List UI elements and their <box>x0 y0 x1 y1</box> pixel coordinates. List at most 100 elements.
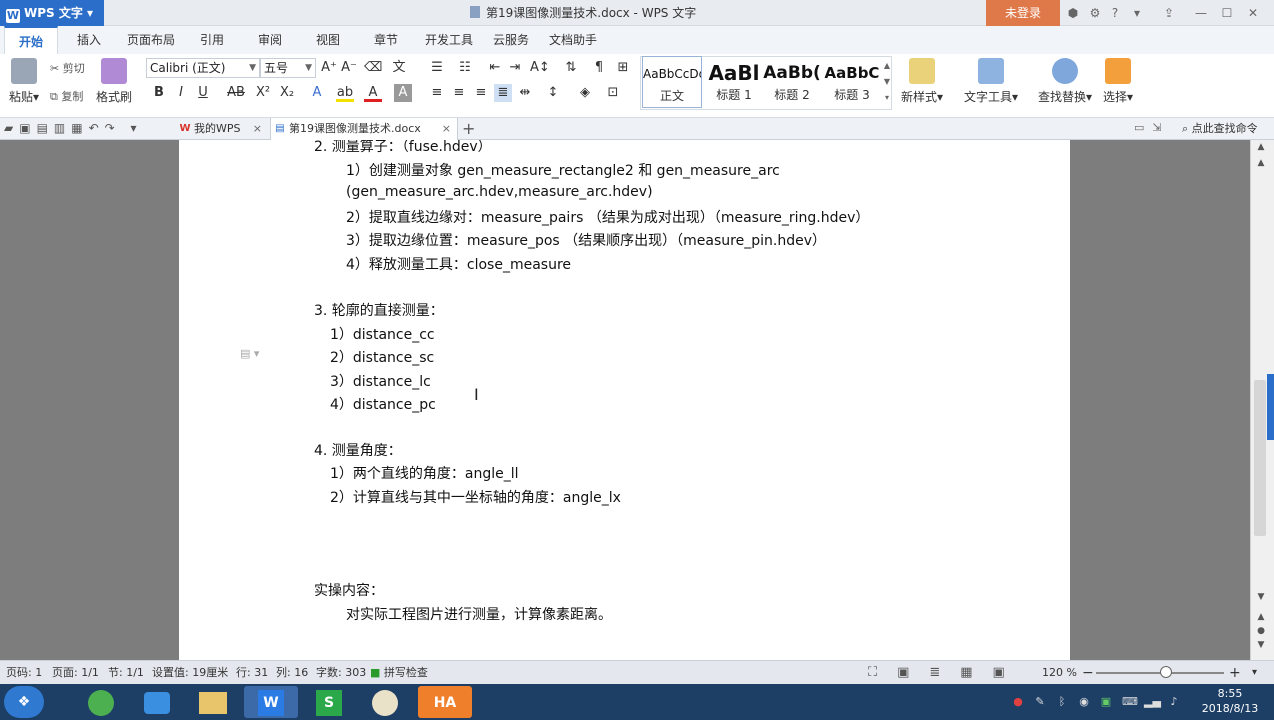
grow-font-icon[interactable]: A⁺ <box>320 59 338 77</box>
next-page-icon[interactable]: ▼ <box>1255 640 1267 654</box>
select-browse-icon[interactable]: ● <box>1255 626 1267 640</box>
font-name-select[interactable]: Calibri (正文) ▼ <box>146 58 260 78</box>
new-tab-icon[interactable]: + <box>462 118 475 140</box>
style-heading-2[interactable]: AaBb( 标题 2 <box>762 56 822 108</box>
app-menu-button[interactable]: W WPS 文字 ▾ <box>0 0 104 26</box>
tab-doc-assistant[interactable]: 文档助手 <box>544 26 602 54</box>
view-mode-icons[interactable]: ▭⇲ <box>1134 121 1170 134</box>
tray-app-icon[interactable]: ◉ <box>1076 694 1092 710</box>
zoom-in-icon[interactable]: + <box>1229 661 1241 685</box>
scroll-thumb[interactable] <box>1254 380 1266 536</box>
halcon-taskbar-button[interactable]: HA <box>418 686 472 718</box>
highlight-icon[interactable]: ab <box>336 84 354 102</box>
font-color-icon[interactable]: A <box>364 84 382 102</box>
cut-button[interactable]: ✂ 剪切 <box>50 60 85 76</box>
line-spacing-icon[interactable]: ↕ <box>544 84 562 102</box>
tab-page-layout[interactable]: 页面布局 <box>120 26 182 54</box>
camera-taskbar-button[interactable] <box>130 686 184 718</box>
tab-references[interactable]: 引用 <box>190 26 234 54</box>
login-button[interactable]: 未登录 <box>986 0 1060 26</box>
prev-page-icon[interactable]: ▲ <box>1255 612 1267 626</box>
copy-button[interactable]: ⧉ 复制 <box>50 88 83 104</box>
text-tools-button[interactable]: 文字工具▾ <box>960 58 1022 105</box>
command-search[interactable]: ⌕ 点此查找命令 <box>1182 118 1258 140</box>
start-button[interactable]: ❖ <box>4 686 44 718</box>
tray-nvidia-icon[interactable]: ▣ <box>1098 694 1114 710</box>
style-normal[interactable]: AaBbCcDd 正文 <box>642 56 702 108</box>
underline-icon[interactable]: U <box>194 84 212 102</box>
close-icon[interactable]: × <box>442 118 451 140</box>
shield-icon[interactable]: ⬢ <box>1064 4 1082 22</box>
tray-pen-icon[interactable]: ✎ <box>1032 694 1048 710</box>
tab-cloud[interactable]: 云服务 <box>488 26 534 54</box>
skin-icon[interactable]: ▾ <box>1128 4 1146 22</box>
tab-current-document[interactable]: ▤ 第19课图像测量技术.docx × <box>270 118 458 140</box>
sort-icon[interactable]: ⇅ <box>562 59 580 77</box>
superscript-icon[interactable]: X² <box>254 84 272 102</box>
text-effect-icon[interactable]: A <box>308 84 326 102</box>
zoom-level[interactable]: 120 % <box>1042 661 1077 685</box>
tray-keyboard-icon[interactable]: ⌨ <box>1122 694 1138 710</box>
tray-bluetooth-icon[interactable]: ᛒ <box>1054 694 1070 710</box>
view-mode-buttons[interactable]: ⛶▣≣▦▣ <box>868 661 1025 685</box>
subscript-icon[interactable]: X₂ <box>278 84 296 102</box>
status-words[interactable]: 字数: 303 <box>316 661 366 685</box>
distribute-icon[interactable]: ⇹ <box>516 84 534 102</box>
minimize-icon[interactable]: — <box>1192 4 1210 22</box>
shrink-font-icon[interactable]: A⁻ <box>340 59 358 77</box>
spell-check-toggle[interactable]: ■ 拼写检查 <box>370 661 428 685</box>
system-clock[interactable]: 8:55 2018/8/13 <box>1190 686 1270 716</box>
styles-scroll[interactable]: ▲ ▼ ▾ <box>882 58 892 108</box>
bold-icon[interactable]: B <box>150 84 168 102</box>
paint-taskbar-button[interactable] <box>358 686 412 718</box>
font-size-select[interactable]: 五号 ▼ <box>260 58 316 78</box>
bullet-list-icon[interactable]: ☰ <box>428 59 446 77</box>
phonetic-icon[interactable]: 文 <box>390 59 408 77</box>
align-left-icon[interactable]: ≡ <box>428 84 446 102</box>
tab-chapter[interactable]: 章节 <box>364 26 408 54</box>
paragraph-mark-icon[interactable]: ¶ <box>590 59 608 77</box>
find-replace-button[interactable]: 查找替换▾ <box>1034 58 1096 105</box>
style-heading-1[interactable]: AaBl 标题 1 <box>704 56 764 108</box>
maximize-icon[interactable]: ☐ <box>1218 4 1236 22</box>
zoom-out-icon[interactable]: − <box>1082 661 1094 685</box>
italic-icon[interactable]: I <box>172 84 190 102</box>
tab-developer[interactable]: 开发工具 <box>420 26 478 54</box>
align-right-icon[interactable]: ≡ <box>472 84 490 102</box>
tab-my-wps[interactable]: W 我的WPS × <box>176 118 268 140</box>
scroll-top-icon[interactable]: ▲ <box>1255 142 1267 156</box>
select-button[interactable]: 选择▾ <box>1098 58 1138 105</box>
tray-signal-icon[interactable]: ▂▄ <box>1144 694 1161 710</box>
scroll-up-icon[interactable]: ▲ <box>1255 158 1267 172</box>
tray-volume-icon[interactable]: ♪ <box>1166 694 1182 710</box>
table-icon[interactable]: ⊞ <box>614 59 632 77</box>
wps-writer-taskbar-button[interactable]: W <box>244 686 298 718</box>
shading-icon[interactable]: ◈ <box>576 84 594 102</box>
change-case-icon[interactable]: A↕ <box>530 59 550 77</box>
close-icon[interactable]: ✕ <box>1244 4 1262 22</box>
paragraph-options-icon[interactable]: ▤ ▾ <box>240 347 259 360</box>
tab-home[interactable]: 开始 <box>4 26 58 54</box>
tab-view[interactable]: 视图 <box>306 26 350 54</box>
vertical-scrollbar[interactable]: ▲ ▲ ▼ ▲ ● ▼ <box>1250 140 1274 660</box>
decrease-indent-icon[interactable]: ⇤ <box>486 59 504 77</box>
wps-sheet-taskbar-button[interactable]: S <box>302 686 356 718</box>
new-style-button[interactable]: 新样式▾ <box>898 58 946 105</box>
char-shading-icon[interactable]: A <box>394 84 412 102</box>
increase-indent-icon[interactable]: ⇥ <box>506 59 524 77</box>
tab-review[interactable]: 审阅 <box>248 26 292 54</box>
help-icon[interactable]: ? <box>1106 4 1124 22</box>
clear-format-icon[interactable]: ⌫ <box>364 59 382 77</box>
close-icon[interactable]: × <box>253 118 262 140</box>
format-painter-button[interactable]: 格式刷 <box>96 58 132 105</box>
tab-insert[interactable]: 插入 <box>64 26 114 54</box>
gear-icon[interactable]: ⚙ <box>1086 4 1104 22</box>
numbered-list-icon[interactable]: ☷ <box>456 59 474 77</box>
chrome-taskbar-button[interactable] <box>74 686 128 718</box>
style-heading-3[interactable]: AaBbC 标题 3 <box>822 56 882 108</box>
scroll-down-icon[interactable]: ▼ <box>1255 592 1267 606</box>
chevron-down-icon[interactable]: ▾ <box>1252 661 1257 685</box>
quick-access-toolbar[interactable]: ▰▣▤▥▦↶↷ ▾ <box>4 121 143 135</box>
zoom-slider-knob[interactable] <box>1160 666 1173 678</box>
restore-icon[interactable]: ⇪ <box>1160 4 1178 22</box>
